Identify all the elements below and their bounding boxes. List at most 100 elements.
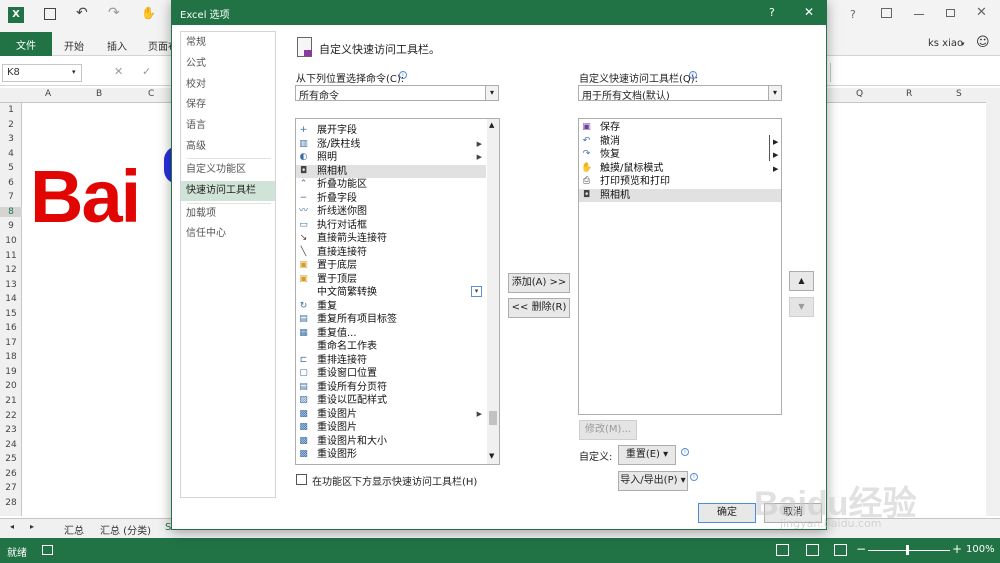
- row-header[interactable]: 6: [0, 178, 22, 188]
- row-header[interactable]: 27: [0, 483, 22, 493]
- zoom-slider[interactable]: [868, 550, 950, 551]
- zoom-out-icon[interactable]: −: [856, 542, 866, 556]
- nav-save[interactable]: 保存: [181, 95, 275, 115]
- zoom-slider-thumb[interactable]: [906, 545, 909, 555]
- name-box[interactable]: K8: [2, 64, 82, 82]
- list-item[interactable]: ↶ 撤消: [579, 135, 769, 149]
- list-item[interactable]: ▩ 重设图片: [296, 421, 486, 435]
- tab-file[interactable]: 文件: [0, 32, 52, 56]
- row-header[interactable]: 8: [0, 206, 22, 217]
- nav-proofing[interactable]: 校对: [181, 75, 275, 95]
- list-item[interactable]: ⎙ 打印预览和打印: [579, 175, 769, 189]
- list-item[interactable]: ▤ 重设所有分页符: [296, 381, 486, 395]
- redo-icon[interactable]: ↷: [108, 5, 120, 21]
- vertical-scrollbar[interactable]: [986, 88, 1000, 516]
- row-header[interactable]: 4: [0, 149, 22, 159]
- add-button[interactable]: 添加(A) >>: [508, 273, 570, 293]
- list-item[interactable]: − 折叠字段: [296, 192, 486, 206]
- list-item[interactable]: ▣ 置于顶层: [296, 273, 486, 287]
- column-header[interactable]: A: [45, 89, 51, 99]
- sheet-nav-icon[interactable]: ▸: [30, 522, 34, 531]
- column-header[interactable]: R: [906, 89, 912, 99]
- list-item[interactable]: 中文简繁转换 ▾: [296, 286, 486, 300]
- show-below-ribbon-checkbox[interactable]: [296, 474, 307, 485]
- nav-customize-ribbon[interactable]: 自定义功能区: [181, 160, 275, 180]
- zoom-in-icon[interactable]: +: [952, 542, 962, 556]
- list-item[interactable]: ↘ 直接箭头连接符: [296, 232, 486, 246]
- enter-icon[interactable]: ✓: [142, 65, 151, 78]
- ok-button[interactable]: 确定: [698, 503, 756, 523]
- list-item[interactable]: ▣ 保存: [579, 121, 769, 135]
- row-header[interactable]: 23: [0, 425, 22, 435]
- row-header[interactable]: 10: [0, 236, 22, 246]
- touch-icon[interactable]: ✋: [141, 6, 156, 20]
- row-header[interactable]: 17: [0, 338, 22, 348]
- list-item[interactable]: ▢ 重设窗口位置: [296, 367, 486, 381]
- column-header[interactable]: Q: [856, 89, 863, 99]
- reset-button[interactable]: 重置(E) ▾: [618, 445, 676, 465]
- row-header[interactable]: 3: [0, 134, 22, 144]
- nav-add-ins[interactable]: 加载项: [181, 204, 275, 224]
- list-item[interactable]: ▣ 置于底层: [296, 259, 486, 273]
- macro-record-icon[interactable]: [42, 545, 53, 555]
- move-down-button[interactable]: ▼: [789, 297, 814, 317]
- row-header[interactable]: 19: [0, 367, 22, 377]
- list-item[interactable]: ▨ 重设以匹配样式: [296, 394, 486, 408]
- chevron-down-icon[interactable]: ▾: [961, 40, 965, 48]
- modify-button[interactable]: 修改(M)...: [579, 420, 637, 440]
- nav-general[interactable]: 常规: [181, 33, 275, 53]
- list-item[interactable]: ↻ 重复: [296, 300, 486, 314]
- column-header[interactable]: C: [148, 89, 154, 99]
- nav-advanced[interactable]: 高级: [181, 137, 275, 157]
- row-header[interactable]: 7: [0, 192, 22, 202]
- row-header[interactable]: 12: [0, 265, 22, 275]
- zoom-level[interactable]: 100%: [966, 544, 995, 555]
- move-up-button[interactable]: ▲: [789, 271, 814, 291]
- sheet-nav-icon[interactable]: ◂: [10, 522, 14, 531]
- import-export-button[interactable]: 导入/导出(P) ▾: [618, 471, 688, 491]
- row-header[interactable]: 5: [0, 163, 22, 173]
- row-header[interactable]: 9: [0, 221, 22, 231]
- scroll-down-icon[interactable]: ▼: [489, 452, 494, 460]
- list-item-selected[interactable]: ◘ 照相机: [579, 188, 781, 202]
- sheet-tab[interactable]: 汇总: [64, 522, 84, 537]
- column-header[interactable]: S: [956, 89, 962, 99]
- list-item[interactable]: ⌃ 折叠功能区: [296, 178, 486, 192]
- list-item-selected[interactable]: ◘ 照相机: [296, 164, 486, 178]
- row-header[interactable]: 18: [0, 352, 22, 362]
- row-header[interactable]: 22: [0, 411, 22, 421]
- row-header[interactable]: 16: [0, 323, 22, 333]
- nav-quick-access-toolbar[interactable]: 快速访问工具栏: [181, 181, 275, 201]
- chevron-down-icon[interactable]: ▾: [768, 86, 781, 100]
- page-layout-view-icon[interactable]: [806, 544, 819, 556]
- customize-toolbar-select[interactable]: 用于所有文档(默认) ▾: [578, 85, 782, 102]
- nav-trust-center[interactable]: 信任中心: [181, 224, 275, 244]
- close-icon[interactable]: ✕: [976, 5, 987, 20]
- list-item[interactable]: + 展开字段: [296, 124, 486, 138]
- row-header[interactable]: 1: [0, 105, 22, 115]
- row-header[interactable]: 21: [0, 396, 22, 406]
- list-item[interactable]: ▤ 重复所有项目标签: [296, 313, 486, 327]
- row-header[interactable]: 15: [0, 309, 22, 319]
- cancel-icon[interactable]: ✕: [114, 65, 123, 78]
- row-header[interactable]: 20: [0, 381, 22, 391]
- row-header[interactable]: 14: [0, 294, 22, 304]
- help-icon[interactable]: ?: [850, 8, 856, 21]
- chevron-down-icon[interactable]: ▾: [485, 86, 498, 100]
- restore-icon[interactable]: [946, 9, 955, 17]
- remove-button[interactable]: << 删除(R): [508, 298, 570, 318]
- list-item[interactable]: 〰折线迷你图: [296, 205, 486, 219]
- row-header[interactable]: 2: [0, 120, 22, 130]
- nav-language[interactable]: 语言: [181, 116, 275, 136]
- column-header[interactable]: B: [96, 89, 102, 99]
- list-item[interactable]: ▥ 涨/跌柱线 ▶: [296, 138, 486, 152]
- user-name[interactable]: ks xiao: [928, 38, 963, 49]
- save-icon[interactable]: [44, 8, 56, 20]
- row-header[interactable]: 25: [0, 454, 22, 464]
- scroll-up-icon[interactable]: ▲: [489, 121, 494, 129]
- normal-view-icon[interactable]: [776, 544, 789, 556]
- list-item[interactable]: ◐ 照明 ▶: [296, 151, 486, 165]
- sheet-tab[interactable]: 汇总 (分类): [100, 522, 151, 537]
- scroll-thumb[interactable]: [489, 411, 497, 425]
- smiley-icon[interactable]: ☺: [976, 35, 990, 50]
